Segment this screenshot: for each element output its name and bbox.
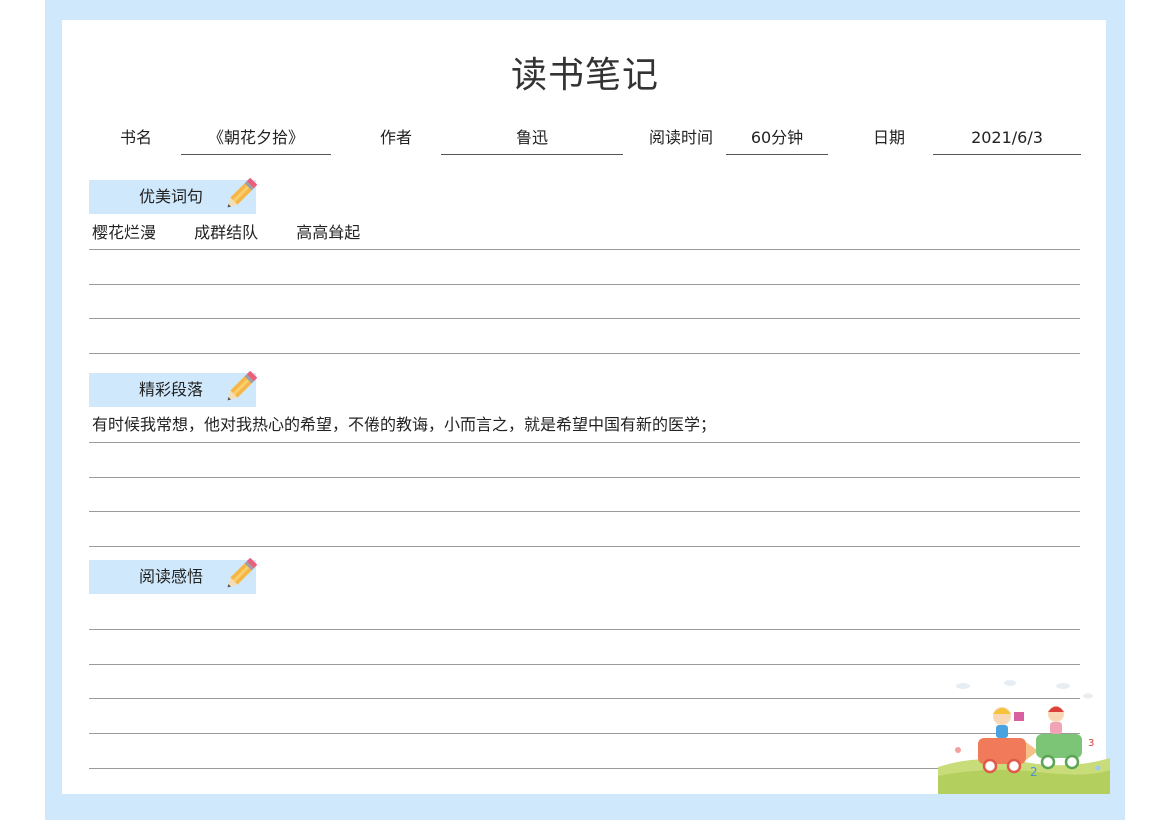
ruled-line	[89, 733, 1080, 734]
ruled-line	[89, 546, 1080, 547]
reading-time-field[interactable]: 60分钟	[726, 126, 828, 155]
phrase-item: 高高耸起	[296, 223, 361, 242]
ruled-line	[89, 511, 1080, 512]
pencil-icon	[227, 370, 258, 401]
date-label: 日期	[872, 128, 905, 147]
author-field[interactable]: 鲁迅	[441, 126, 623, 155]
reflection-section-label: 阅读感悟	[139, 567, 204, 586]
date-field[interactable]: 2021/6/3	[933, 126, 1081, 155]
ruled-line	[89, 698, 1080, 699]
ruled-line	[89, 442, 1080, 443]
svg-text:2: 2	[1030, 765, 1038, 779]
pencil-icon	[227, 177, 258, 208]
author-label: 作者	[379, 128, 412, 147]
passage-section-tab: 精彩段落	[89, 370, 258, 407]
reflection-section-tab: 阅读感悟	[89, 557, 258, 594]
phrases-section-label: 优美词句	[139, 187, 204, 206]
ruled-line	[89, 284, 1080, 285]
ruled-line	[89, 249, 1080, 250]
ruled-line	[89, 629, 1080, 630]
kids-illustration: 2 3	[938, 680, 1110, 794]
ruled-line	[89, 664, 1080, 665]
ruled-line	[89, 318, 1080, 319]
page-title: 读书笔记	[510, 55, 659, 96]
ruled-line	[89, 768, 1080, 769]
phrases-content: 樱花烂漫 成群结队 高高耸起	[92, 222, 393, 244]
book-field[interactable]: 《朝花夕拾》	[181, 126, 331, 155]
phrases-section-tab: 优美词句	[89, 177, 258, 214]
phrase-item: 成群结队	[194, 223, 259, 242]
ruled-line	[89, 477, 1080, 478]
svg-text:3: 3	[1088, 738, 1094, 749]
book-label: 书名	[119, 128, 152, 147]
passage-content: 有时候我常想，他对我热心的希望，不倦的教诲，小而言之，就是希望中国有新的医学；	[92, 415, 717, 434]
ruled-line	[89, 353, 1080, 354]
reading-time-label: 阅读时间	[648, 128, 713, 147]
pencil-icon	[227, 557, 258, 588]
phrase-item: 樱花烂漫	[92, 223, 157, 242]
passage-section-label: 精彩段落	[139, 380, 204, 399]
